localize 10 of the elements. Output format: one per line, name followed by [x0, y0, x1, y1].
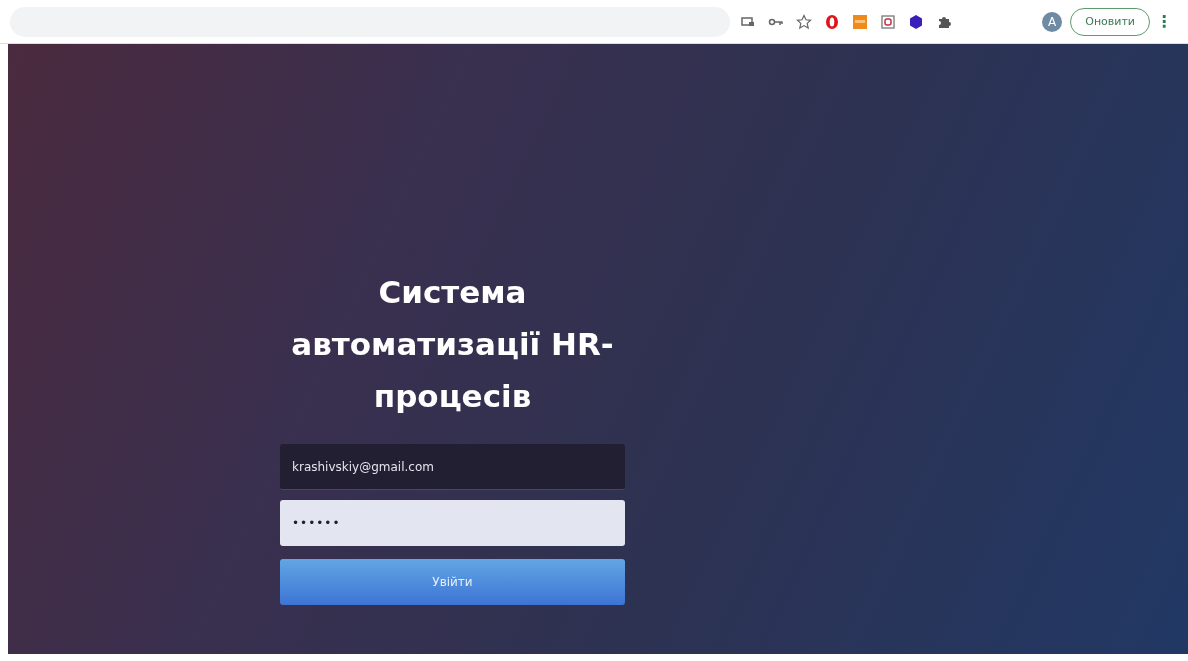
login-button[interactable]: Увійти: [280, 559, 625, 605]
page-title: Система автоматизації HR-процесів: [290, 273, 615, 416]
hexagon-icon[interactable]: [908, 13, 924, 30]
menu-button[interactable]: ⋮: [1150, 12, 1178, 31]
profile-avatar[interactable]: A: [1042, 11, 1063, 32]
ring-icon[interactable]: [824, 13, 840, 30]
update-button[interactable]: Оновити: [1070, 7, 1150, 36]
email-field[interactable]: krashivskiy@gmail.com: [280, 444, 625, 490]
star-icon[interactable]: [796, 13, 812, 30]
password-field[interactable]: ••••••: [280, 500, 625, 546]
